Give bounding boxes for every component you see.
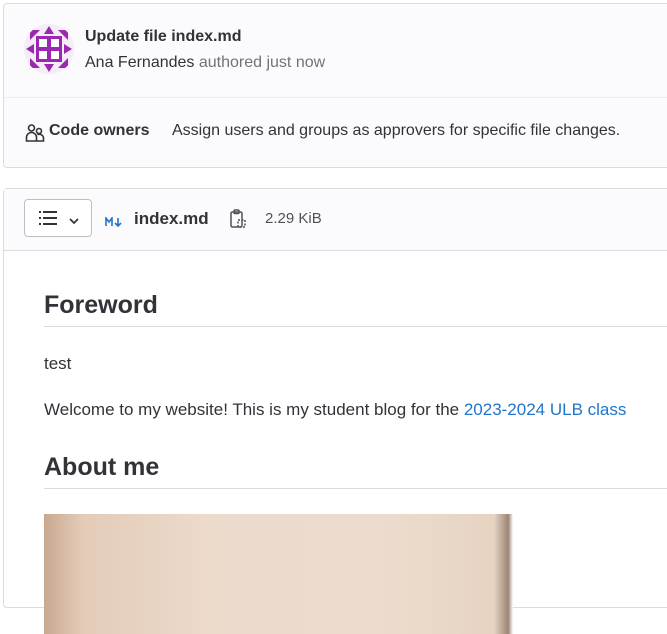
code-owners-label: Code owners [49, 122, 150, 139]
commit-card: Update file index.md Ana Fernandes autho… [3, 3, 667, 168]
paragraph-welcome: Welcome to my website! This is my studen… [44, 400, 626, 420]
table-of-contents-button[interactable] [24, 199, 92, 237]
heading-about-me: About me [44, 453, 667, 489]
heading-foreword: Foreword [44, 291, 667, 327]
commit-meta: Ana Fernandes authored just now [85, 54, 325, 72]
file-viewer: index.md 2.29 KiB Foreword test Welcome … [3, 188, 667, 634]
file-header: index.md 2.29 KiB [4, 189, 667, 251]
commit-title-link[interactable]: Update file index.md [85, 28, 241, 46]
welcome-text: Welcome to my website! This is my studen… [44, 400, 464, 419]
code-owners-row: Code owners Assign users and groups as a… [4, 98, 667, 168]
list-icon [39, 211, 57, 230]
code-owners-description: Assign users and groups as approvers for… [172, 122, 621, 139]
paragraph-test: test [44, 354, 72, 373]
profile-photo [44, 514, 513, 634]
commit-author-link[interactable]: Ana Fernandes [85, 54, 194, 71]
commit-time: authored just now [198, 54, 326, 71]
file-name: index.md [134, 209, 209, 228]
avatar[interactable] [24, 24, 74, 74]
chevron-down-icon [68, 213, 80, 231]
copy-path-icon[interactable] [229, 209, 247, 234]
users-icon [25, 123, 45, 143]
markdown-icon [105, 214, 123, 232]
file-size: 2.29 KiB [265, 210, 322, 227]
latest-commit: Update file index.md Ana Fernandes autho… [4, 4, 667, 98]
ulb-class-link[interactable]: 2023-2024 ULB class [464, 400, 627, 419]
